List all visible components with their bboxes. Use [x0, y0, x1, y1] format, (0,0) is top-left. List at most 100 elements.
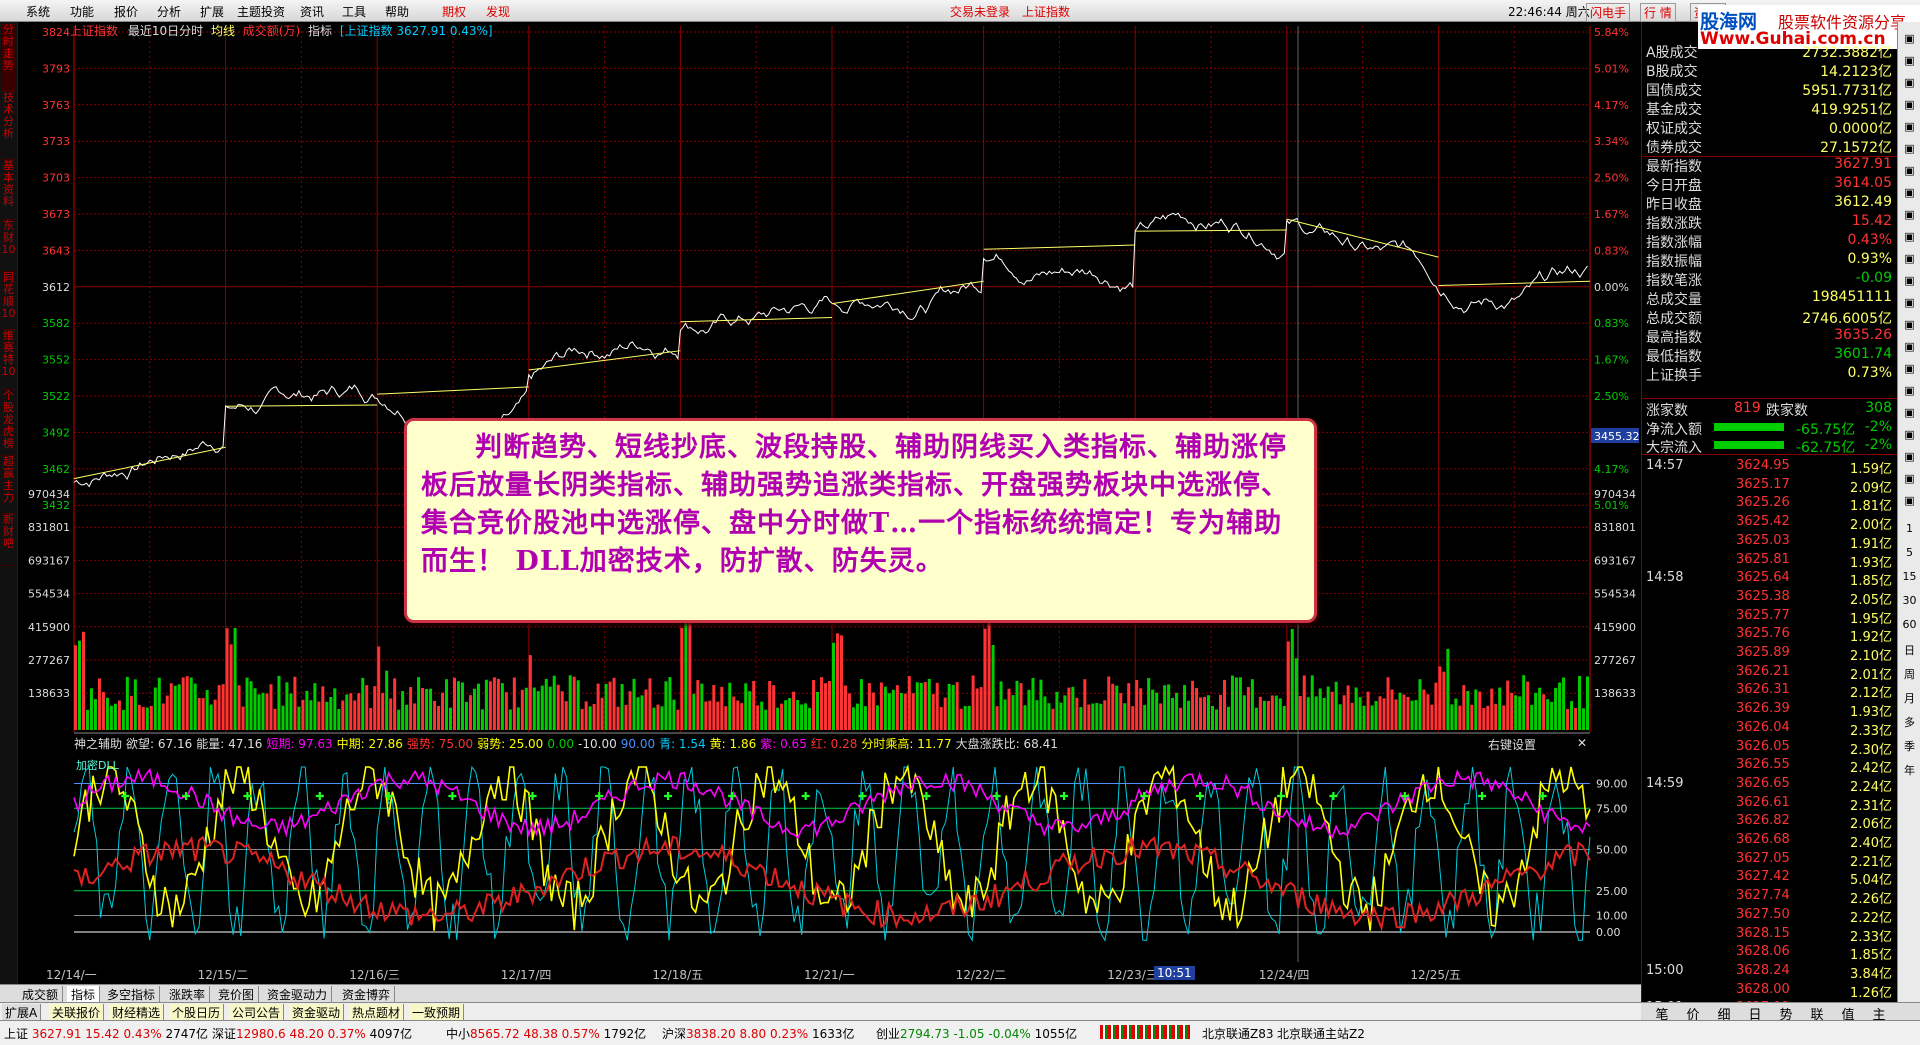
ext-tab[interactable]: 资金驱动 — [289, 1004, 345, 1021]
volume-bar — [792, 691, 796, 730]
volume-bar — [552, 675, 556, 730]
ext-tab[interactable]: 公司公告 — [229, 1004, 285, 1021]
ext-tab[interactable]: 一致预期 — [409, 1004, 465, 1021]
volume-bar — [1214, 709, 1218, 730]
server-2[interactable]: 北京联通主站Z2 — [1277, 1025, 1365, 1042]
menu-extend[interactable]: 扩展 — [200, 3, 224, 20]
volume-bar — [879, 682, 883, 730]
tab-technical[interactable]: 技术分析 — [1, 92, 16, 160]
toolbar-icon[interactable]: ▣ — [1898, 76, 1920, 89]
period-button[interactable]: 季 — [1898, 738, 1920, 754]
tab-dragon-tiger[interactable]: 个股龙虎榜 — [1, 390, 16, 456]
period-button[interactable]: 周 — [1898, 666, 1920, 682]
menu-system[interactable]: 系统 — [26, 3, 50, 20]
menu-tools[interactable]: 工具 — [342, 3, 366, 20]
menu-analysis[interactable]: 分析 — [157, 3, 181, 20]
period-button[interactable]: 年 — [1898, 762, 1920, 778]
toolbar-icon[interactable]: ▣ — [1898, 32, 1920, 45]
tab-eastmoney[interactable]: 东财10 — [1, 220, 16, 272]
volume-bar — [584, 701, 588, 730]
bottom-tab[interactable]: 成交额 — [18, 986, 64, 1003]
flash-trade-button[interactable]: 闪电手 — [1586, 3, 1631, 22]
volume-bar — [832, 642, 835, 730]
toolbar-icon[interactable]: ▣ — [1898, 406, 1920, 419]
toolbar-icon[interactable]: ▣ — [1898, 384, 1920, 397]
tab-intraday[interactable]: 分时走势 — [1, 24, 16, 92]
trade-login-status[interactable]: 交易未登录 — [950, 3, 1010, 20]
toolbar-icon[interactable]: ▣ — [1898, 142, 1920, 155]
ext-tab[interactable]: 热点题材 — [349, 1004, 405, 1021]
close-icon[interactable]: ✕ — [1577, 736, 1587, 750]
period-button[interactable]: 多 — [1898, 714, 1920, 730]
tab-forum[interactable]: 新财吧 — [1, 514, 16, 566]
bottom-tab[interactable]: 多空指标 — [103, 986, 161, 1003]
toolbar-icon[interactable]: ▣ — [1898, 54, 1920, 67]
tab-wst[interactable]: 维赛特10 — [1, 330, 16, 390]
toolbar-icon[interactable]: ▣ — [1898, 230, 1920, 243]
volume-bar — [851, 707, 855, 730]
toolbar-icon[interactable]: ▣ — [1898, 318, 1920, 331]
toolbar-icon[interactable]: ▣ — [1898, 494, 1920, 507]
toolbar-icon[interactable]: ▣ — [1898, 186, 1920, 199]
bottom-tab[interactable]: 资金驱动力 — [263, 986, 333, 1003]
date-label: 12/15/二 — [197, 968, 249, 982]
menu-quote[interactable]: 报价 — [114, 3, 138, 20]
toolbar-icon[interactable]: ▣ — [1898, 120, 1920, 133]
period-button[interactable]: 30 — [1898, 594, 1920, 607]
menu-discover[interactable]: 发现 — [486, 3, 510, 20]
toolbar-icon[interactable]: ▣ — [1898, 428, 1920, 441]
toolbar-icon[interactable]: ▣ — [1898, 362, 1920, 375]
bottom-tab[interactable]: 指标 — [67, 986, 101, 1003]
toolbar-icon[interactable]: ▣ — [1898, 164, 1920, 177]
menu-theme[interactable]: 主题投资 — [237, 3, 285, 20]
date-label: 12/16/三 — [349, 968, 400, 982]
tick-amount: 2.21亿 — [1850, 854, 1892, 870]
toolbar-icon[interactable]: ▣ — [1898, 274, 1920, 287]
bottom-tab[interactable]: 竞价图 — [214, 986, 260, 1003]
volume-bar — [788, 698, 792, 730]
toolbar-icon[interactable]: ▣ — [1898, 450, 1920, 463]
volume-bar — [668, 677, 672, 730]
menu-options[interactable]: 期权 — [442, 3, 466, 20]
chart-period[interactable]: 最近10日分时 — [128, 24, 203, 38]
period-button[interactable]: 60 — [1898, 618, 1920, 631]
cy-amount: 1055亿 — [1034, 1027, 1078, 1041]
right-click-settings[interactable]: 右键设置 — [1488, 736, 1536, 753]
ext-tab[interactable]: 财经精选 — [109, 1004, 165, 1021]
volume-bar — [484, 679, 488, 730]
volume-bar — [824, 683, 828, 730]
period-button[interactable]: 日 — [1898, 642, 1920, 658]
menu-function[interactable]: 功能 — [70, 3, 94, 20]
tab-fundamentals[interactable]: 基本资料 — [1, 160, 16, 220]
info-value: 3601.74 — [1834, 346, 1892, 362]
ext-tab[interactable]: 关联报价 — [49, 1004, 105, 1021]
period-button[interactable]: 15 — [1898, 570, 1920, 583]
bottom-tab[interactable]: 资金博弈 — [338, 986, 396, 1003]
toolbar-icon[interactable]: ▣ — [1898, 340, 1920, 353]
quote-button[interactable]: 行 情 — [1640, 3, 1676, 22]
period-button[interactable]: 5 — [1898, 546, 1920, 559]
volume-bar — [137, 704, 141, 730]
volume-bar — [1578, 675, 1582, 730]
toolbar-icon[interactable]: ▣ — [1898, 208, 1920, 221]
y-right-tick: 415900 — [1594, 621, 1636, 634]
period-button[interactable]: 1 — [1898, 522, 1920, 535]
tab-main-force[interactable]: 超赢主力 — [1, 456, 16, 514]
ext-tab[interactable]: 个股日历 — [169, 1004, 225, 1021]
menu-news[interactable]: 资讯 — [300, 3, 324, 20]
toolbar-icon[interactable]: ▣ — [1898, 472, 1920, 485]
menu-help[interactable]: 帮助 — [385, 3, 409, 20]
ext-tab[interactable]: 扩展A — [2, 1004, 42, 1021]
toolbar-icon[interactable]: ▣ — [1898, 296, 1920, 309]
server-1[interactable]: 北京联通Z83 — [1202, 1025, 1274, 1042]
volume-bar — [768, 681, 772, 730]
period-button[interactable]: 月 — [1898, 690, 1920, 706]
toolbar-icon[interactable]: ▣ — [1898, 252, 1920, 265]
bottom-tab[interactable]: 涨跌率 — [165, 986, 211, 1003]
volume-bar — [564, 701, 568, 730]
toolbar-icon[interactable]: ▣ — [1898, 98, 1920, 111]
tab-ths[interactable]: 同花顺10 — [1, 272, 16, 330]
info-value: 198451111 — [1811, 289, 1892, 305]
tick-price: 3626.21 — [1736, 663, 1790, 679]
tick-price: 3625.26 — [1736, 495, 1790, 511]
